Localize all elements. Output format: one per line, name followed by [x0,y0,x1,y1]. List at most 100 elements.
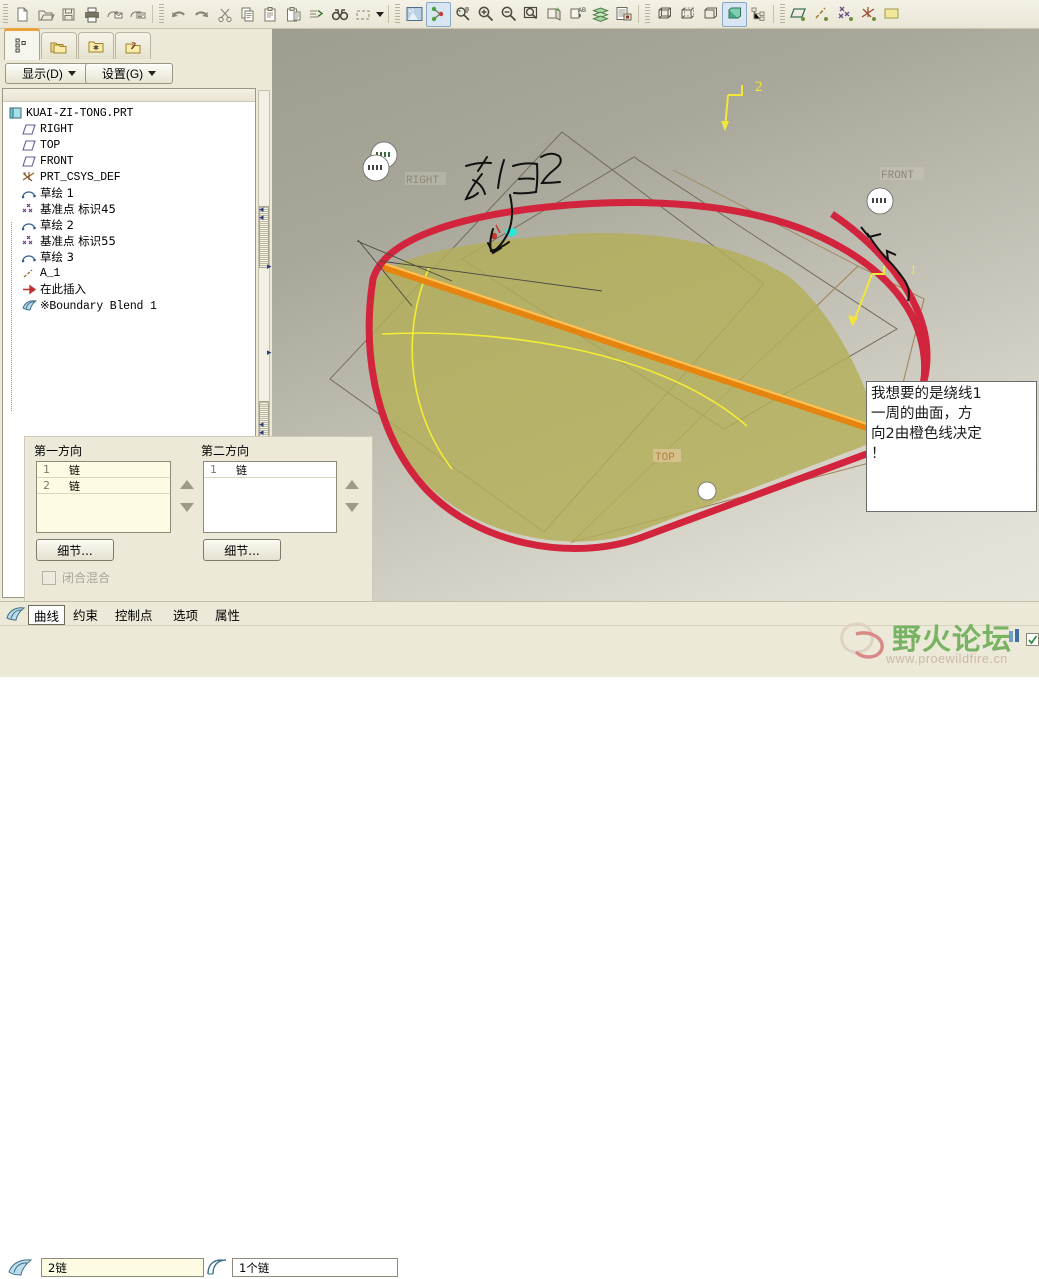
main-toolbar: AB [0,0,1039,29]
toolbar-separator-2 [388,5,389,23]
tree-item-axis-a1[interactable]: A_1 [3,265,255,281]
tree-item-sketch-1[interactable]: 草绘 1 [3,185,255,201]
toolbar-grip-view[interactable] [395,4,400,24]
connections-tab[interactable] [115,32,151,60]
datum-extra-icon[interactable] [880,3,903,26]
sketch-icon [21,218,37,232]
datum-csys-icon[interactable] [857,3,880,26]
selection-filter-icon[interactable] [351,3,374,26]
part-icon [7,106,23,120]
selection-filter-dropdown[interactable] [374,3,385,26]
first-direction-move-up[interactable] [180,480,194,489]
toolbar-grip[interactable] [3,4,8,24]
tree-item-datum-point-45[interactable]: 基准点 标识45 [3,201,255,217]
splitter-collapse-down[interactable]: ◂ ◂ [259,420,267,437]
repaint-icon[interactable] [403,3,426,26]
refit-icon[interactable] [520,3,543,26]
paste-icon[interactable] [259,3,282,26]
annotation-icon[interactable]: AB [566,3,589,26]
model-tree-icon[interactable] [747,3,770,26]
second-direction-move-up[interactable] [345,480,359,489]
paste-special-icon[interactable] [282,3,305,26]
first-direction-collector[interactable]: 2链 [41,1258,204,1277]
note-line-3: 向2由橙色线决定 [871,426,982,442]
orientation-icon[interactable] [451,3,474,26]
find-icon[interactable] [328,3,351,26]
spin-center-icon[interactable] [426,1,451,27]
datum-axis-icon[interactable] [811,3,834,26]
model-tree-tab[interactable] [4,28,40,60]
tree-item-prt-csys-def[interactable]: PRT_CSYS_DEF [3,169,255,185]
datum-point-marker-2 [362,154,390,182]
layers-icon[interactable] [589,3,612,26]
second-direction-listbox[interactable]: 1 链 [203,461,337,533]
first-direction-listbox[interactable]: 1 链 2 链 [36,461,171,533]
toolbar-grip-edit[interactable] [159,4,164,24]
model-player-icon[interactable] [612,3,635,26]
undo-icon[interactable] [167,3,190,26]
no-hidden-icon[interactable] [699,3,722,26]
tree-item-sketch-3[interactable]: 草绘 3 [3,249,255,265]
status-indicator-icon[interactable] [1008,628,1022,647]
tab-curves[interactable]: 曲线 [28,605,66,625]
second-direction-collector[interactable]: 1个链 [232,1258,398,1277]
tree-item-insert-here[interactable]: 在此插入 [3,281,255,297]
second-direction-label: 第二方向 [201,444,250,458]
wireframe-icon[interactable] [653,3,676,26]
boundary-blend-icon [21,298,37,312]
redo-icon[interactable] [190,3,213,26]
tree-item-label: TOP [40,138,61,152]
first-direction-move-down[interactable] [180,503,194,512]
tree-item-front[interactable]: FRONT [3,153,255,169]
navigator-menubar: 显示(D) 设置(G) [0,59,268,87]
list-item[interactable]: 1 链 [37,462,170,478]
tree-root-node[interactable]: KUAI-ZI-TONG.PRT [3,105,255,121]
closed-blend-label: 闭合混合 [62,571,111,585]
first-direction-details-button[interactable]: 细节... [36,539,114,561]
tree-item-right[interactable]: RIGHT [3,121,255,137]
accept-check-icon[interactable] [1026,633,1039,649]
sketch-icon [21,250,37,264]
tab-properties[interactable]: 属性 [210,605,245,623]
list-item[interactable]: 1 链 [204,462,336,478]
print-icon[interactable] [80,3,103,26]
row-value: 链 [236,463,247,477]
save-icon[interactable] [57,3,80,26]
regenerate-icon[interactable] [305,3,328,26]
tree-item-boundary-blend-1[interactable]: ※Boundary Blend 1 [3,297,255,313]
list-item[interactable]: 2 链 [37,478,170,494]
copy-icon[interactable] [236,3,259,26]
send-mail-icon[interactable] [103,3,126,26]
closed-blend-checkbox[interactable] [42,570,56,585]
tab-control-points[interactable]: 控制点 [110,605,158,623]
second-direction-move-down[interactable] [345,503,359,512]
favorites-tab[interactable] [78,32,114,60]
graphics-window[interactable]: 2 1 RIGHT FRONT TOP [272,29,1039,601]
toolbar-grip-style[interactable] [645,4,650,24]
zoom-out-icon[interactable] [497,3,520,26]
zoom-in-icon[interactable] [474,3,497,26]
tree-item-datum-point-55[interactable]: 基准点 标识55 [3,233,255,249]
splitter-collapse-up[interactable]: ◂ ◂ [259,205,267,222]
send-link-icon[interactable] [126,3,149,26]
datum-plane-icon[interactable] [788,3,811,26]
cut-icon[interactable] [213,3,236,26]
view-manager-icon[interactable] [543,3,566,26]
closed-blend-option[interactable]: 闭合混合 [42,569,110,586]
datum-point-icon[interactable] [834,3,857,26]
second-direction-details-button[interactable]: 细节... [203,539,281,561]
settings-menu[interactable]: 设置(G) [85,63,173,84]
blend-surface [369,233,882,542]
tree-item-top[interactable]: TOP [3,137,255,153]
new-icon[interactable] [11,3,34,26]
shading-icon[interactable] [722,1,747,27]
display-menu[interactable]: 显示(D) [5,63,93,84]
folder-browser-tab[interactable] [41,32,77,60]
toolbar-grip-datum[interactable] [780,4,785,24]
note-line-2: 一周的曲面，方 [871,406,973,422]
hidden-line-icon[interactable] [676,3,699,26]
tab-options[interactable]: 选项 [168,605,203,623]
tab-constraints[interactable]: 约束 [68,605,103,623]
tree-item-sketch-2[interactable]: 草绘 2 [3,217,255,233]
open-icon[interactable] [34,3,57,26]
